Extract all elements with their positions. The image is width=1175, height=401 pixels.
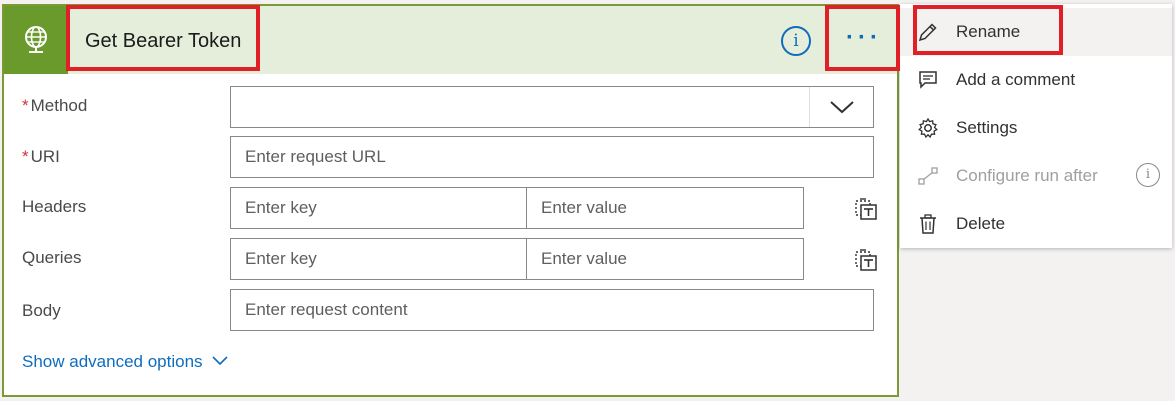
uri-input[interactable]: Enter request URL (230, 136, 874, 178)
body-input[interactable]: Enter request content (230, 289, 874, 331)
info-icon[interactable]: i (1136, 163, 1160, 187)
divider (526, 239, 527, 279)
chevron-down-icon (212, 356, 228, 366)
headers-value-input[interactable]: Enter value (541, 188, 627, 228)
queries-key-value-row: Enter key Enter value (230, 238, 804, 280)
highlight-box-title (66, 5, 260, 71)
uri-label-text: URI (30, 147, 60, 166)
menu-item-label: Configure run after (956, 166, 1098, 185)
gear-icon (900, 117, 956, 139)
run-after-icon (900, 165, 956, 187)
highlight-box-more (825, 5, 900, 71)
info-icon[interactable]: i (781, 26, 811, 56)
queries-key-input[interactable]: Enter key (245, 249, 317, 268)
menu-item-label: Settings (956, 118, 1018, 137)
uri-label: * URI (22, 147, 60, 167)
required-mark: * (22, 96, 29, 115)
comment-icon (900, 69, 956, 91)
method-select[interactable] (230, 86, 874, 128)
menu-item-add-comment[interactable]: Add a comment (900, 56, 1172, 104)
switch-to-text-mode-icon[interactable] (854, 197, 880, 223)
queries-label: Queries (22, 248, 82, 267)
headers-key-input[interactable]: Enter key (245, 198, 317, 217)
menu-item-label: Add a comment (956, 70, 1076, 89)
trash-icon (900, 213, 956, 235)
required-mark: * (22, 147, 29, 166)
switch-to-text-mode-icon[interactable] (854, 248, 880, 274)
menu-item-label: Delete (956, 214, 1006, 233)
highlight-box-rename (913, 5, 1063, 55)
headers-label: Headers (22, 197, 87, 216)
queries-value-input[interactable]: Enter value (541, 239, 627, 279)
menu-item-settings[interactable]: Settings (900, 104, 1172, 152)
body-label: Body (22, 301, 61, 320)
show-advanced-options-link[interactable]: Show advanced options (22, 352, 229, 372)
advanced-label: Show advanced options (22, 352, 203, 371)
menu-item-delete[interactable]: Delete (900, 200, 1172, 248)
headers-key-value-row: Enter key Enter value (230, 187, 804, 229)
method-label-text: Method (30, 96, 88, 115)
divider (526, 188, 527, 228)
http-globe-icon (4, 6, 68, 74)
menu-item-configure-run-after[interactable]: Configure run after i (900, 152, 1172, 200)
chevron-down-icon[interactable] (809, 87, 873, 127)
method-label: * Method (22, 96, 87, 116)
